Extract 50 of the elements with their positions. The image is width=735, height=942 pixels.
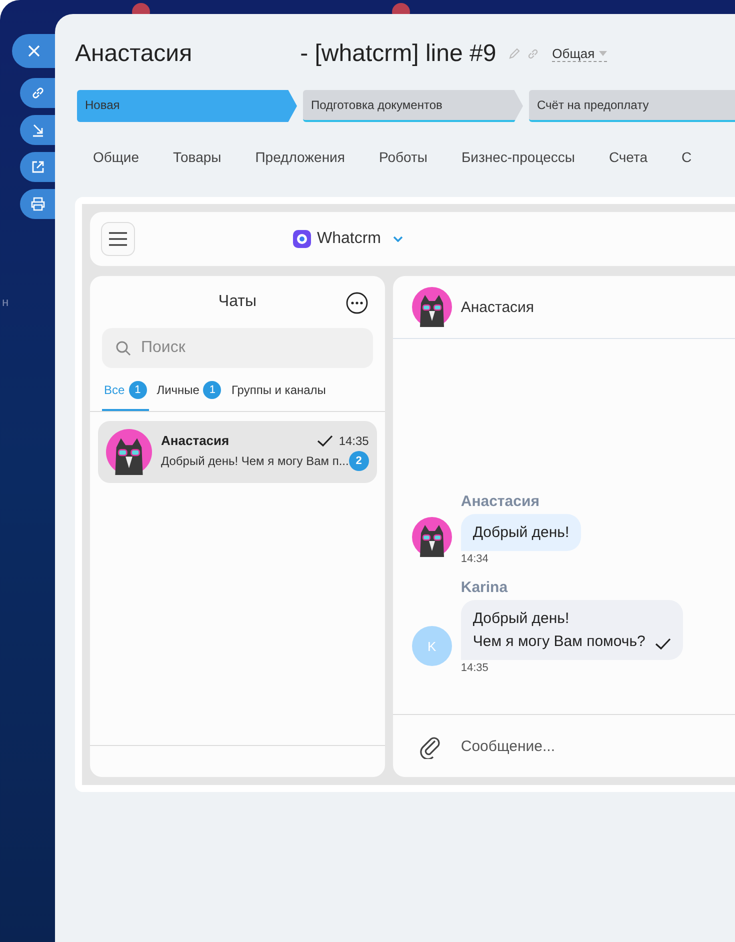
cat-avatar-drawing xyxy=(106,429,152,475)
stage-step[interactable]: Новая xyxy=(77,90,297,122)
tab[interactable]: Товары xyxy=(173,149,222,165)
download-button[interactable] xyxy=(20,115,55,145)
search-field[interactable]: Поиск xyxy=(102,328,373,368)
message-field[interactable]: Сообщение... xyxy=(458,736,713,756)
deal-title: Анастасия xyxy=(75,40,192,68)
external-link-button[interactable] xyxy=(20,152,55,182)
chevron-icon xyxy=(393,236,403,242)
menu-button[interactable] xyxy=(101,222,135,256)
tab[interactable]: Счета xyxy=(608,149,648,165)
message-text: Чем я могу Вам помочь? xyxy=(472,633,646,650)
menu-icon xyxy=(109,232,127,246)
print-button[interactable] xyxy=(20,189,55,219)
contact-name: Анастасия xyxy=(460,298,534,316)
printer-icon xyxy=(30,196,46,212)
caret-icon xyxy=(598,51,607,56)
deal-subtitle: - [whatcrm] line #9 xyxy=(300,40,496,68)
more-button[interactable] xyxy=(346,292,368,314)
tab[interactable]: Бизнес-процессы xyxy=(461,149,575,165)
close-icon xyxy=(28,45,40,57)
category-dropdown[interactable]: Общая xyxy=(552,46,607,62)
close-button[interactable] xyxy=(12,34,55,68)
tab[interactable]: Предложения xyxy=(255,149,345,165)
external-link-icon xyxy=(30,159,46,175)
cat-avatar-drawing xyxy=(412,287,452,327)
stage-step[interactable]: Подготовка документов xyxy=(303,90,523,122)
tab[interactable]: Общие xyxy=(93,149,140,165)
background-text: н xyxy=(2,295,9,309)
link-button[interactable] xyxy=(20,78,55,108)
tab[interactable]: Роботы xyxy=(378,149,428,165)
message-text: Добрый день! xyxy=(472,524,570,541)
message-text: Добрый день! xyxy=(472,610,570,627)
link-icon xyxy=(30,85,46,101)
tab[interactable]: С xyxy=(682,149,692,165)
chats-title: Чаты xyxy=(218,293,256,311)
more-icon xyxy=(346,292,368,314)
chat-logo-icon xyxy=(293,230,311,248)
message-time: 14:34 xyxy=(460,553,490,565)
message-time: 14:35 xyxy=(460,662,490,674)
message-author: Karina xyxy=(460,579,509,596)
chat-list-item[interactable]: Анастасия 14:35 Добрый день! Чем я могу Вам п... 2 xyxy=(98,421,377,483)
message-author: Анастасия xyxy=(460,493,540,510)
filter-tab[interactable]: Личные 1 xyxy=(154,383,224,411)
arrow-down-right-icon xyxy=(30,122,46,138)
letter-avatar: K xyxy=(412,626,452,666)
cat-avatar-drawing xyxy=(412,517,452,557)
brand-dropdown[interactable]: Whatcrm xyxy=(293,230,403,248)
filter-tab[interactable]: Группы и каналы xyxy=(229,383,328,411)
stage-step[interactable]: Счёт на предоплату xyxy=(529,90,735,122)
